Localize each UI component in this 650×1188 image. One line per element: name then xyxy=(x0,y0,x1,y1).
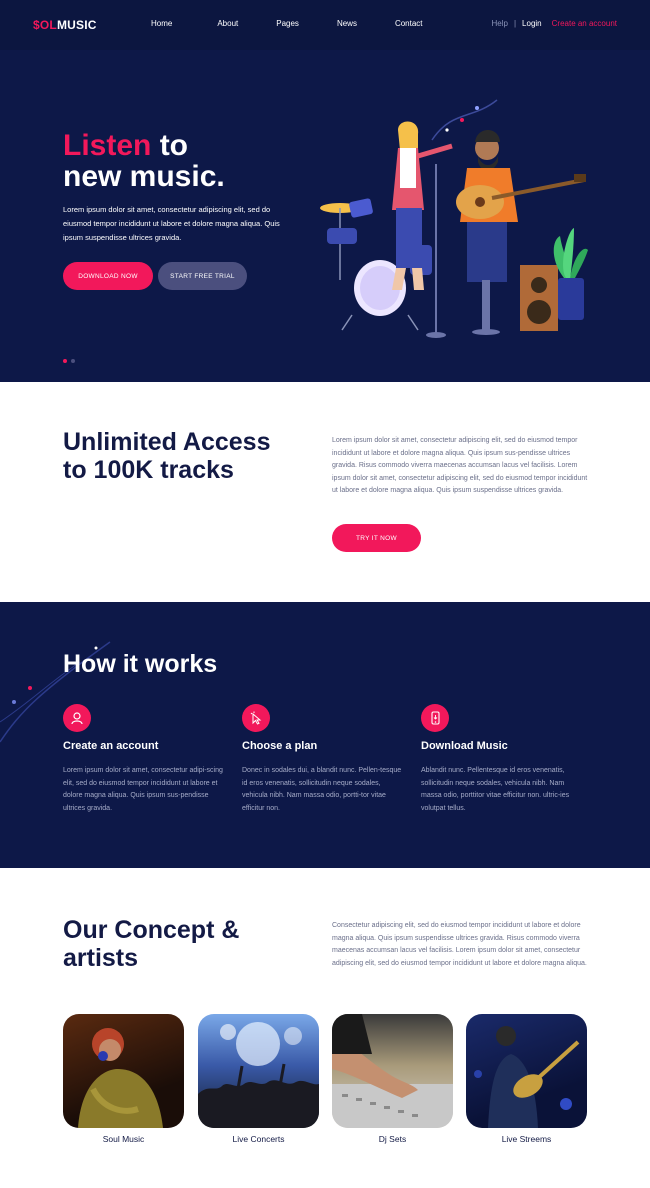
top-navbar: $OLMUSIC Home About Pages News Contact H… xyxy=(0,0,650,50)
card-label-live-concerts[interactable]: Live Concerts xyxy=(198,1134,319,1144)
menu-item-home[interactable]: Home xyxy=(151,19,172,28)
access-title-line-2: to 100K tracks xyxy=(63,456,234,484)
download-now-button[interactable]: DOWNLOAD NOW xyxy=(63,262,153,290)
step-title-create-account: Create an account xyxy=(63,740,159,752)
phone-icon xyxy=(421,704,449,732)
try-it-now-button[interactable]: TRY IT NOW xyxy=(332,524,421,552)
menu-item-contact[interactable]: Contact xyxy=(395,19,423,28)
logo-text: MUSIC xyxy=(56,18,97,32)
account-links: Help | Login Create an account xyxy=(492,19,617,28)
card-label-soul-music[interactable]: Soul Music xyxy=(63,1134,184,1144)
access-title-line-1: Unlimited Access xyxy=(63,428,271,456)
hero-title: Listen to new music. xyxy=(63,130,225,192)
card-label-live-streems[interactable]: Live Streems xyxy=(466,1134,587,1144)
login-link[interactable]: Login xyxy=(522,19,542,28)
menu-item-about[interactable]: About xyxy=(217,19,238,28)
step-title-download-music: Download Music xyxy=(421,740,508,752)
concept-title-line-1: Our Concept & xyxy=(63,916,240,944)
card-dj-sets[interactable] xyxy=(332,1014,453,1128)
create-account-link[interactable]: Create an account xyxy=(552,19,617,28)
hero-title-line-2: new music. xyxy=(63,160,225,193)
card-label-dj-sets[interactable]: Dj Sets xyxy=(332,1134,453,1144)
live-streems-image xyxy=(474,1026,580,1128)
cursor-icon xyxy=(242,704,270,732)
step-title-choose-plan: Choose a plan xyxy=(242,740,318,752)
live-concerts-image xyxy=(198,1022,319,1128)
card-soul-music[interactable] xyxy=(63,1014,184,1128)
hero-title-accent: Listen xyxy=(63,129,152,162)
hero-title-rest: to xyxy=(151,129,189,162)
concept-description: Consectetur adipiscing elit, sed do eius… xyxy=(332,922,587,967)
dj-sets-image xyxy=(332,1014,453,1128)
hero-section: Listen to new music. Lorem ipsum dolor si… xyxy=(0,50,650,382)
step-text-create-account: Lorem ipsum dolor sit amet, consectetur … xyxy=(63,767,223,812)
menu-item-news[interactable]: News xyxy=(337,19,357,28)
slider-dots xyxy=(63,359,75,363)
logo[interactable]: $OLMUSIC xyxy=(33,18,97,32)
main-menu: Home About Pages News Contact xyxy=(151,19,423,28)
access-description: Lorem ipsum dolor sit amet, consectetur … xyxy=(332,437,588,494)
soul-music-image xyxy=(78,1028,163,1128)
card-live-streems[interactable] xyxy=(466,1014,587,1128)
help-link[interactable]: Help xyxy=(492,19,508,28)
start-free-trial-button[interactable]: START FREE TRIAL xyxy=(158,262,247,290)
musicians-illustration xyxy=(320,99,588,338)
how-it-works-section: How it works Create an account Lorem ips… xyxy=(0,602,650,868)
logo-accent: $OL xyxy=(33,18,57,32)
how-title: How it works xyxy=(63,650,218,678)
user-icon xyxy=(63,704,91,732)
card-live-concerts[interactable] xyxy=(198,1014,319,1128)
separator: | xyxy=(513,19,517,28)
concept-title-line-2: artists xyxy=(63,944,139,972)
slider-dot[interactable] xyxy=(71,359,75,363)
hero-description: Lorem ipsum dolor sit amet, consectetur … xyxy=(63,205,280,242)
step-text-choose-plan: Donec in sodales dui, a blandit nunc. Pe… xyxy=(242,767,402,812)
menu-item-pages[interactable]: Pages xyxy=(276,19,299,28)
step-text-download-music: Ablandit nunc. Pellentesque id eros vene… xyxy=(421,767,570,812)
concept-title: Our Concept & artists xyxy=(63,916,239,972)
access-title: Unlimited Access to 100K tracks xyxy=(63,428,270,484)
slider-dot-active[interactable] xyxy=(63,359,67,363)
